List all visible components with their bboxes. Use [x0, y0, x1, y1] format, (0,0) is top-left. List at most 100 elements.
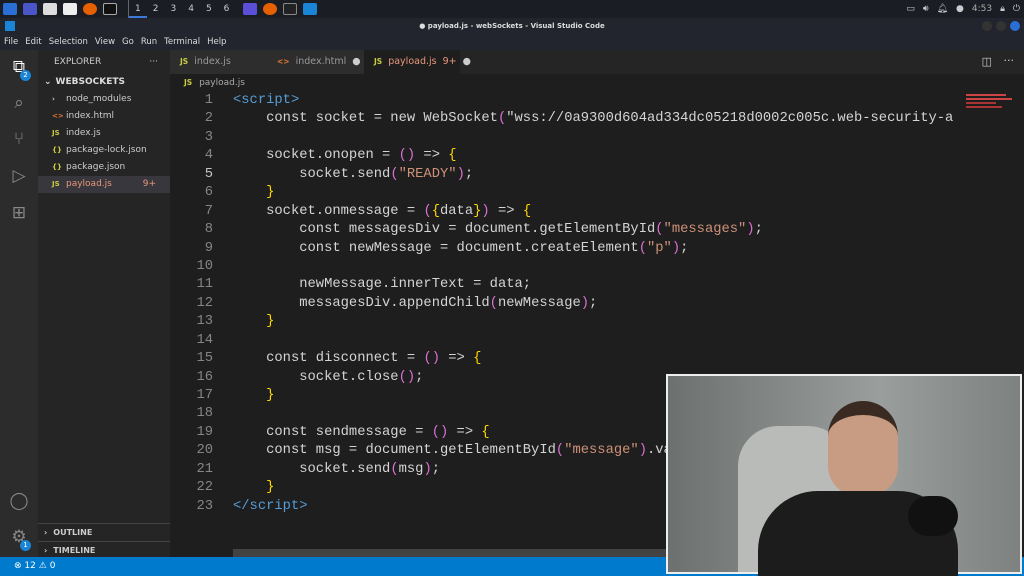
- code-text: const msg = document.getElementById("mes…: [233, 443, 705, 459]
- lock-icon[interactable]: 🔒︎: [1000, 4, 1005, 14]
- tab-label: index.html: [295, 56, 347, 67]
- menu-selection[interactable]: Selection: [49, 37, 88, 47]
- code-line[interactable]: 15 const disconnect = () => {: [170, 350, 960, 368]
- warning-icon: ⚠: [38, 561, 47, 571]
- terminal-window-icon[interactable]: [283, 3, 298, 15]
- editor-tabs: JS index.js <> index.html ● JS payload.js 9+ ●: [170, 50, 1024, 74]
- vscode-logo-icon: [5, 21, 15, 31]
- unsaved-dot-icon[interactable]: ●: [352, 50, 360, 74]
- extensions-icon[interactable]: ⊞: [8, 202, 30, 224]
- code-line[interactable]: 10: [170, 258, 960, 276]
- code-line[interactable]: 4 socket.onopen = () => {: [170, 147, 960, 165]
- code-text: const newMessage = document.createElemen…: [233, 240, 689, 256]
- line-number: 19: [196, 424, 213, 440]
- firefox-window-icon[interactable]: [263, 3, 278, 15]
- file-item[interactable]: <> index.html: [38, 108, 170, 125]
- account-icon[interactable]: ◯: [8, 490, 30, 512]
- menu-file[interactable]: File: [4, 37, 18, 47]
- code-line[interactable]: 1 <script>: [170, 92, 960, 110]
- breadcrumb: JS payload.js: [170, 74, 1024, 92]
- source-control-icon[interactable]: ⑂: [8, 128, 30, 150]
- minimap[interactable]: [966, 92, 1014, 122]
- window-title: ● payload.js - webSockets - Visual Studi…: [419, 22, 605, 30]
- file-label: package-lock.json: [66, 145, 147, 155]
- line-number: 9: [204, 240, 213, 256]
- workspace-5[interactable]: 5: [200, 0, 218, 18]
- network-icon[interactable]: ●: [956, 4, 964, 14]
- code-line[interactable]: 11 newMessage.innerText = data;: [170, 276, 960, 294]
- display-icon[interactable]: ▭: [906, 4, 915, 14]
- menu-terminal[interactable]: Terminal: [164, 37, 200, 47]
- workspace-4[interactable]: 4: [182, 0, 200, 18]
- tab-index-html[interactable]: <> index.html ●: [267, 50, 364, 74]
- code-line[interactable]: 12 messagesDiv.appendChild(newMessage);: [170, 295, 960, 313]
- app-icon[interactable]: [243, 3, 258, 15]
- notification-icon[interactable]: 🔔︎: [937, 4, 948, 14]
- desktop-icon[interactable]: [23, 3, 37, 15]
- unsaved-dot-icon[interactable]: ●: [463, 50, 471, 74]
- menu-view[interactable]: View: [95, 37, 115, 47]
- power-icon[interactable]: ⏻: [1013, 4, 1020, 14]
- settings-gear-icon[interactable]: ⚙ 1: [8, 526, 31, 551]
- outline-section[interactable]: › OUTLINE: [38, 524, 170, 541]
- tab-payload-js[interactable]: JS payload.js 9+ ●: [364, 50, 471, 74]
- file-item[interactable]: {} package-lock.json: [38, 142, 170, 159]
- menu-edit[interactable]: Edit: [25, 37, 41, 47]
- code-line[interactable]: 3: [170, 129, 960, 147]
- close-window-button[interactable]: [1010, 21, 1020, 31]
- terminal-icon[interactable]: [103, 3, 117, 15]
- timeline-section[interactable]: › TIMELINE: [38, 541, 170, 558]
- line-number: 10: [196, 258, 213, 274]
- html-icon: <>: [52, 112, 64, 120]
- code-text: const socket = new WebSocket("wss://0a93…: [233, 111, 954, 127]
- line-number: 5: [204, 166, 213, 182]
- code-line[interactable]: 5 socket.send("READY");: [170, 166, 960, 184]
- split-editor-icon[interactable]: ◫: [982, 55, 992, 68]
- files-icon[interactable]: [43, 3, 57, 15]
- file-item[interactable]: JS index.js: [38, 125, 170, 142]
- code-line[interactable]: 9 const newMessage = document.createElem…: [170, 240, 960, 258]
- breadcrumb-file[interactable]: payload.js: [199, 78, 245, 88]
- workspace-3[interactable]: 3: [164, 0, 182, 18]
- folder-websockets[interactable]: ⌄ WEBSOCKETS: [38, 74, 170, 91]
- explorer-icon[interactable]: ⧉ 2: [8, 56, 31, 81]
- code-text: }: [266, 185, 275, 201]
- volume-icon[interactable]: 🔊︎: [923, 4, 929, 14]
- horizontal-scrollbar[interactable]: [233, 549, 673, 557]
- file-item[interactable]: › node_modules: [38, 91, 170, 108]
- code-line[interactable]: 7 socket.onmessage = ({data}) => {: [170, 203, 960, 221]
- workspace-2[interactable]: 2: [147, 0, 165, 18]
- menu-run[interactable]: Run: [141, 37, 157, 47]
- minimize-window-button[interactable]: [982, 21, 992, 31]
- tab-index-js[interactable]: JS index.js: [170, 50, 267, 74]
- vscode-window-icon[interactable]: [303, 3, 318, 15]
- file-item[interactable]: {} package.json: [38, 159, 170, 176]
- run-debug-icon[interactable]: ▷: [8, 165, 30, 187]
- menu-help[interactable]: Help: [207, 37, 226, 47]
- code-line[interactable]: 8 const messagesDiv = document.getElemen…: [170, 221, 960, 239]
- json-icon: {}: [52, 163, 62, 171]
- error-count: 12: [24, 561, 36, 571]
- code-line[interactable]: 2 const socket = new WebSocket("wss://0a…: [170, 110, 960, 128]
- code-line[interactable]: 14: [170, 332, 960, 350]
- firefox-icon[interactable]: [83, 3, 97, 15]
- code-line[interactable]: 6 }: [170, 184, 960, 202]
- menu-bar: File Edit Selection View Go Run Terminal Help: [0, 34, 1024, 50]
- code-line[interactable]: 13 }: [170, 313, 960, 331]
- js-icon: JS: [52, 180, 60, 188]
- line-number: 13: [196, 314, 213, 330]
- maximize-window-button[interactable]: [996, 21, 1006, 31]
- problems-status[interactable]: ⊗ 12 ⚠ 0: [14, 561, 55, 571]
- file-item[interactable]: JS payload.js 9+: [38, 176, 170, 193]
- code-text: <script>: [233, 93, 300, 108]
- workspace-6[interactable]: 6: [218, 0, 236, 18]
- menu-go[interactable]: Go: [122, 37, 134, 47]
- settings-badge: 1: [20, 540, 31, 551]
- editor-more-icon[interactable]: ···: [1004, 54, 1015, 67]
- app-menu-icon[interactable]: [3, 3, 17, 15]
- explorer-more-button[interactable]: ···: [149, 50, 158, 74]
- search-icon[interactable]: ⌕: [8, 92, 30, 114]
- line-number: 18: [196, 406, 213, 422]
- workspace-1[interactable]: 1: [129, 0, 147, 18]
- editor-icon[interactable]: [63, 3, 77, 15]
